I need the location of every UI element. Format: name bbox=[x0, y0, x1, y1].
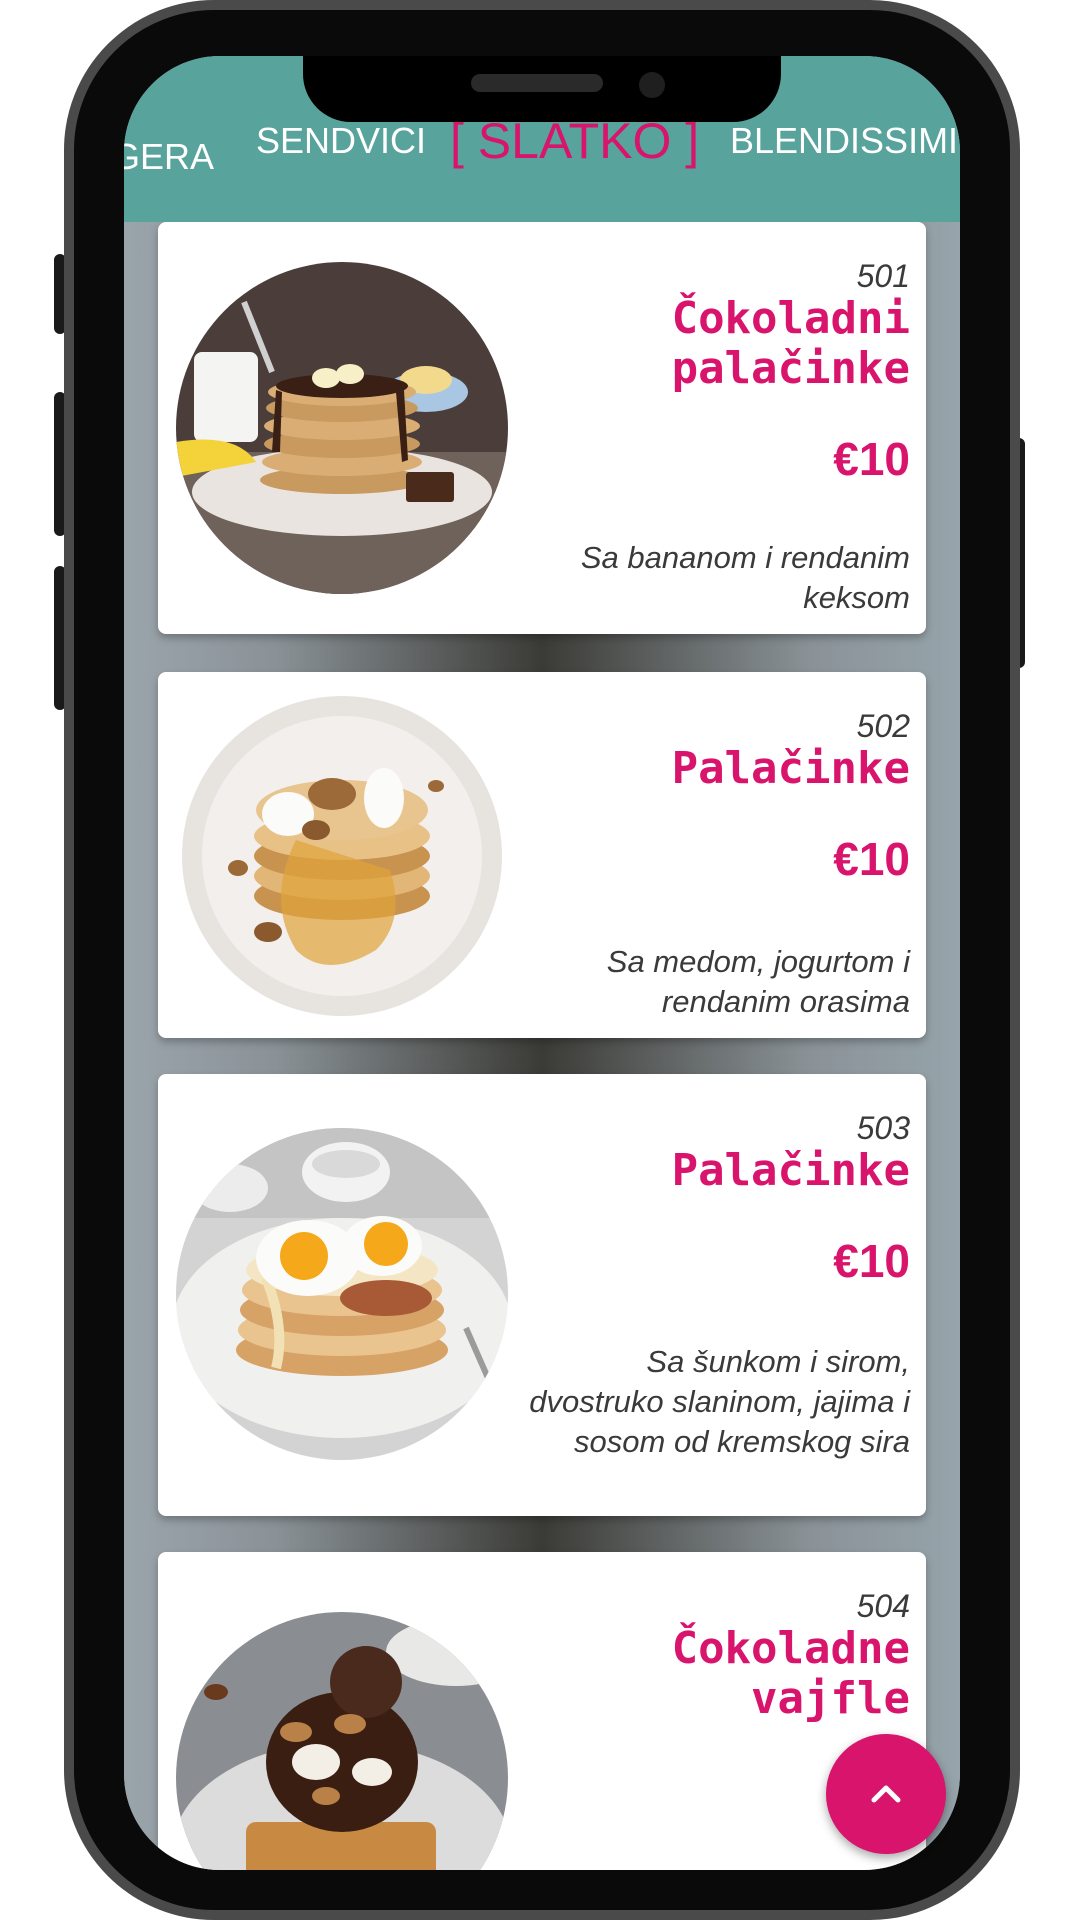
item-name-line: Palačinke bbox=[671, 743, 910, 794]
item-price: €10 bbox=[833, 1235, 910, 1287]
item-name: Palačinke bbox=[510, 1146, 910, 1196]
phone-notch bbox=[303, 56, 781, 122]
item-number: 504 bbox=[856, 1588, 910, 1624]
scroll-to-top-button[interactable] bbox=[826, 1734, 946, 1854]
item-description: Sa bananom i rendanim keksom bbox=[580, 540, 910, 615]
item-name-line: Palačinke bbox=[671, 1145, 910, 1196]
menu-item-card[interactable]: 501 Čokoladni palačinke €10 Sa bananom i… bbox=[158, 222, 926, 634]
item-price: €10 bbox=[833, 433, 910, 485]
category-tab-sendvici[interactable]: SENDVICI bbox=[256, 120, 426, 162]
item-number: 502 bbox=[856, 708, 910, 744]
item-number: 503 bbox=[856, 1110, 910, 1146]
item-name-line: palačinke bbox=[671, 343, 910, 394]
food-image bbox=[176, 262, 508, 594]
category-tab-blendissimi[interactable]: BLENDISSIMI bbox=[730, 120, 958, 162]
item-number: 501 bbox=[856, 258, 910, 294]
speaker-grille bbox=[471, 74, 603, 92]
menu-item-card[interactable]: 502 Palačinke €10 Sa medom, jogurtom i r… bbox=[158, 672, 926, 1038]
screen: GERA SENDVICI [ SLATKO ] BLENDISSIMI 501… bbox=[124, 56, 960, 1870]
menu-item-card[interactable]: 503 Palačinke €10 Sa šunkom i sirom, dvo… bbox=[158, 1074, 926, 1516]
item-name: Čokoladni palačinke bbox=[510, 294, 910, 394]
food-image bbox=[176, 690, 508, 1022]
item-name: Palačinke bbox=[510, 744, 910, 794]
chevron-up-icon bbox=[871, 1785, 901, 1803]
item-description: Sa medom, jogurtom i rendanim orasima bbox=[606, 944, 910, 1019]
menu-item-card[interactable]: 504 Čokoladne vajfle bbox=[158, 1552, 926, 1870]
item-name: Čokoladne vajfle bbox=[510, 1624, 910, 1724]
item-name-line: Čokoladne bbox=[671, 1623, 910, 1674]
item-name-line: vajfle bbox=[751, 1673, 910, 1724]
item-name-line: Čokoladni bbox=[671, 293, 910, 344]
food-image bbox=[176, 1612, 508, 1870]
category-tab-gera[interactable]: GERA bbox=[124, 136, 214, 178]
food-image bbox=[176, 1128, 508, 1460]
item-price: €10 bbox=[833, 833, 910, 885]
front-camera bbox=[639, 72, 665, 98]
item-description: Sa šunkom i sirom, dvostruko slaninom, j… bbox=[529, 1344, 910, 1459]
